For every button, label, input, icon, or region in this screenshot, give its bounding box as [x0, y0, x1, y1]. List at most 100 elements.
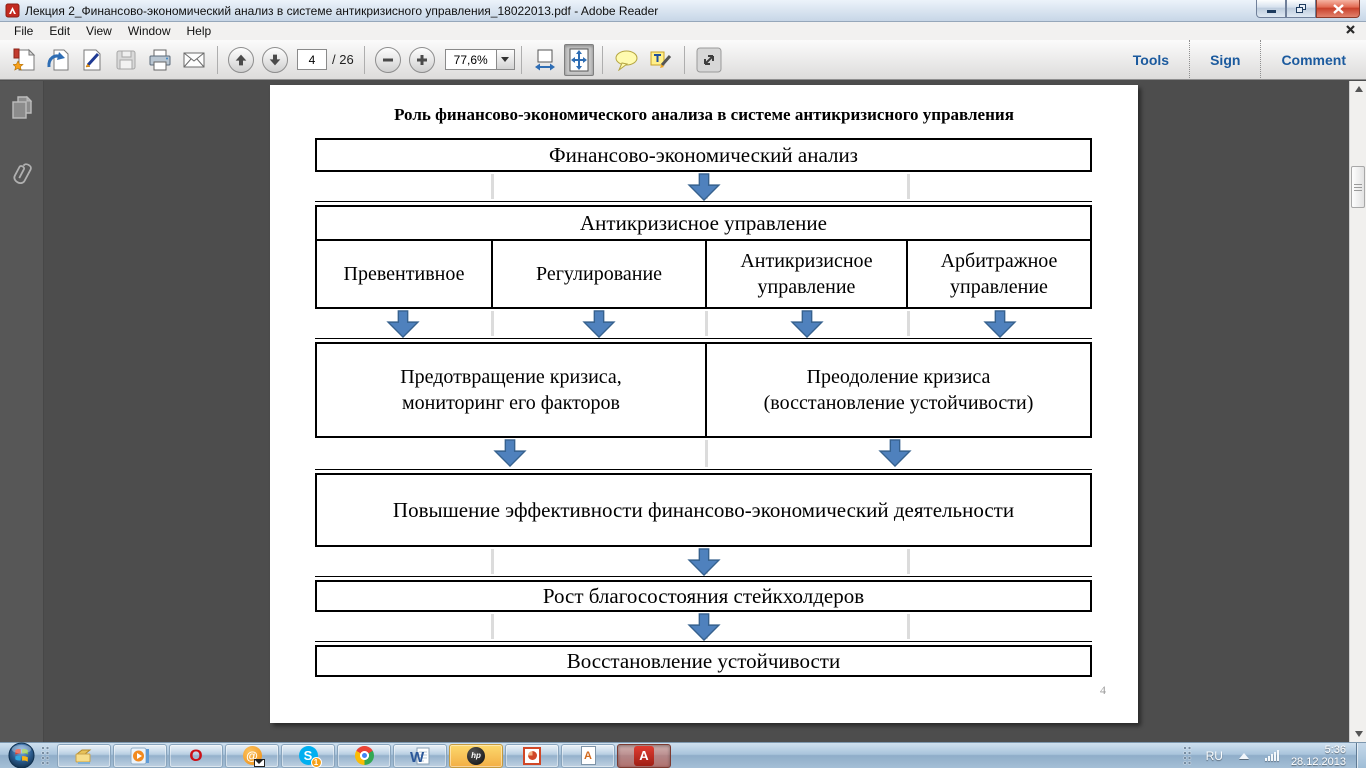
comment-button[interactable]: Comment: [1260, 39, 1366, 80]
toolbar-right-actions: Tools Sign Comment: [1113, 39, 1366, 80]
scrollbar-thumb[interactable]: [1351, 166, 1365, 208]
adobe-a-glyph: A: [639, 748, 649, 763]
save-button[interactable]: [114, 48, 138, 72]
close-icon: [1332, 3, 1344, 14]
menu-window[interactable]: Window: [120, 24, 179, 38]
menu-help[interactable]: Help: [179, 24, 220, 38]
highlight-text-button[interactable]: [649, 49, 673, 71]
flowchart: Финансово-экономический анализ Антикризи…: [315, 138, 1092, 677]
show-hidden-icons-button[interactable]: [1238, 752, 1249, 759]
chrome-icon: [354, 746, 374, 765]
flowchart-box-crisis-overcoming: Преодоление кризиса (восстановление усто…: [763, 366, 1034, 414]
column-divider: [491, 174, 494, 199]
triangle-up-icon: [1354, 86, 1363, 92]
tools-button[interactable]: Tools: [1113, 40, 1189, 80]
document-pane[interactable]: Роль финансово-экономического анализа в …: [44, 81, 1349, 742]
flowchart-row-management-types: Превентивное Регулирование Антикризисное…: [315, 239, 1092, 309]
taskbar-app-media-player[interactable]: [113, 743, 167, 768]
zoom-in-icon: [416, 54, 427, 65]
envelope-icon: [253, 759, 265, 767]
flowchart-spacer-row: [315, 547, 1092, 577]
adobe-pdf-file-icon: [5, 3, 20, 18]
mailru-agent-icon: @: [242, 746, 265, 767]
flowchart-box-crisis-prevention: Предотвращение кризиса, мониторинг его ф…: [317, 344, 707, 436]
pdf-page: Роль финансово-экономического анализа в …: [270, 85, 1138, 723]
system-tray: RU 5:36 28.12.2013: [1182, 743, 1366, 768]
zoom-out-button[interactable]: [374, 46, 401, 73]
page-number-input[interactable]: [297, 49, 327, 70]
open-file-button[interactable]: [13, 48, 36, 72]
hp-glyph: hp: [471, 751, 481, 760]
sign-document-button[interactable]: [80, 48, 104, 72]
zoom-level-value[interactable]: 77,6%: [444, 49, 497, 70]
toolbar-separator: [217, 45, 218, 74]
network-signal-icon[interactable]: [1264, 750, 1279, 761]
skype-notification-badge: 1: [310, 757, 322, 768]
scroll-down-button[interactable]: [1350, 726, 1366, 742]
start-button[interactable]: [8, 742, 35, 768]
column-divider: [907, 311, 910, 336]
fullscreen-button[interactable]: [696, 47, 722, 73]
page-thumbnails-button[interactable]: [10, 95, 34, 126]
taskbar-app-mailru-agent[interactable]: @: [225, 743, 279, 768]
clock[interactable]: 5:36 28.12.2013: [1287, 744, 1356, 768]
zoom-dropdown-button[interactable]: [496, 49, 515, 70]
save-icon: [116, 50, 136, 69]
opera-icon: O: [189, 745, 203, 765]
down-arrow-icon: [687, 613, 721, 641]
chevron-down-icon: [501, 57, 510, 62]
flowchart-box-anticrisis-management: Антикризисное управление: [315, 205, 1092, 241]
fit-page-icon: [569, 48, 589, 71]
taskbar-app-text-document[interactable]: A: [561, 743, 615, 768]
restore-button[interactable]: [1286, 0, 1316, 18]
comment-bubble-button[interactable]: [614, 49, 639, 71]
taskbar-app-adobe-reader[interactable]: A: [617, 743, 671, 768]
tray-grip: [1182, 745, 1192, 766]
a-glyph: A: [584, 749, 592, 762]
print-button[interactable]: [148, 48, 172, 72]
powerpoint-icon: [523, 746, 541, 765]
sign-button[interactable]: Sign: [1189, 39, 1260, 80]
show-desktop-button[interactable]: [1356, 743, 1366, 768]
taskbar-app-hp-assistant[interactable]: hp: [449, 743, 503, 768]
column-divider: [491, 549, 494, 574]
menu-view[interactable]: View: [78, 24, 120, 38]
previous-page-button[interactable]: [228, 46, 254, 73]
taskbar-app-opera[interactable]: O: [169, 743, 223, 768]
desktop-screen: Лекция 2_Финансово-экономический анализ …: [0, 0, 1366, 768]
fit-page-button[interactable]: [563, 43, 594, 76]
taskbar-app-windows-explorer[interactable]: [57, 743, 111, 768]
menu-bar: File Edit View Window Help: [0, 22, 1366, 40]
column-divider: [907, 614, 910, 639]
scroll-up-button[interactable]: [1350, 81, 1366, 97]
next-page-icon: [269, 54, 281, 65]
taskbar-app-word[interactable]: W: [393, 743, 447, 768]
column-divider: [907, 549, 910, 574]
menu-edit[interactable]: Edit: [41, 24, 78, 38]
fit-width-button[interactable]: [530, 44, 560, 76]
column-divider: [907, 174, 910, 199]
taskbar-app-skype[interactable]: S 1: [281, 743, 335, 768]
zoom-out-icon: [382, 58, 393, 61]
vertical-scrollbar[interactable]: [1349, 81, 1366, 742]
language-indicator[interactable]: RU: [1198, 749, 1231, 763]
taskbar-app-chrome[interactable]: [337, 743, 391, 768]
zoom-in-button[interactable]: [408, 46, 435, 73]
toolbar-separator: [520, 45, 522, 74]
taskbar-app-powerpoint[interactable]: [505, 743, 559, 768]
attachments-button[interactable]: [10, 160, 34, 195]
skype-icon: S 1: [298, 746, 322, 768]
export-pdf-button[interactable]: [46, 48, 70, 72]
next-page-button[interactable]: [262, 46, 288, 73]
minimize-button[interactable]: [1256, 0, 1286, 18]
flowchart-spacer-row: [315, 172, 1092, 202]
page-thumbnails-icon: [11, 95, 32, 119]
title-bar: Лекция 2_Финансово-экономический анализ …: [0, 0, 1366, 22]
menu-file[interactable]: File: [6, 24, 41, 38]
column-divider: [491, 311, 494, 336]
paperclip-icon: [12, 163, 32, 184]
email-button[interactable]: [182, 50, 206, 70]
close-button[interactable]: [1316, 0, 1360, 18]
menu-close-icon[interactable]: [1345, 24, 1356, 35]
column-divider: [705, 440, 708, 467]
